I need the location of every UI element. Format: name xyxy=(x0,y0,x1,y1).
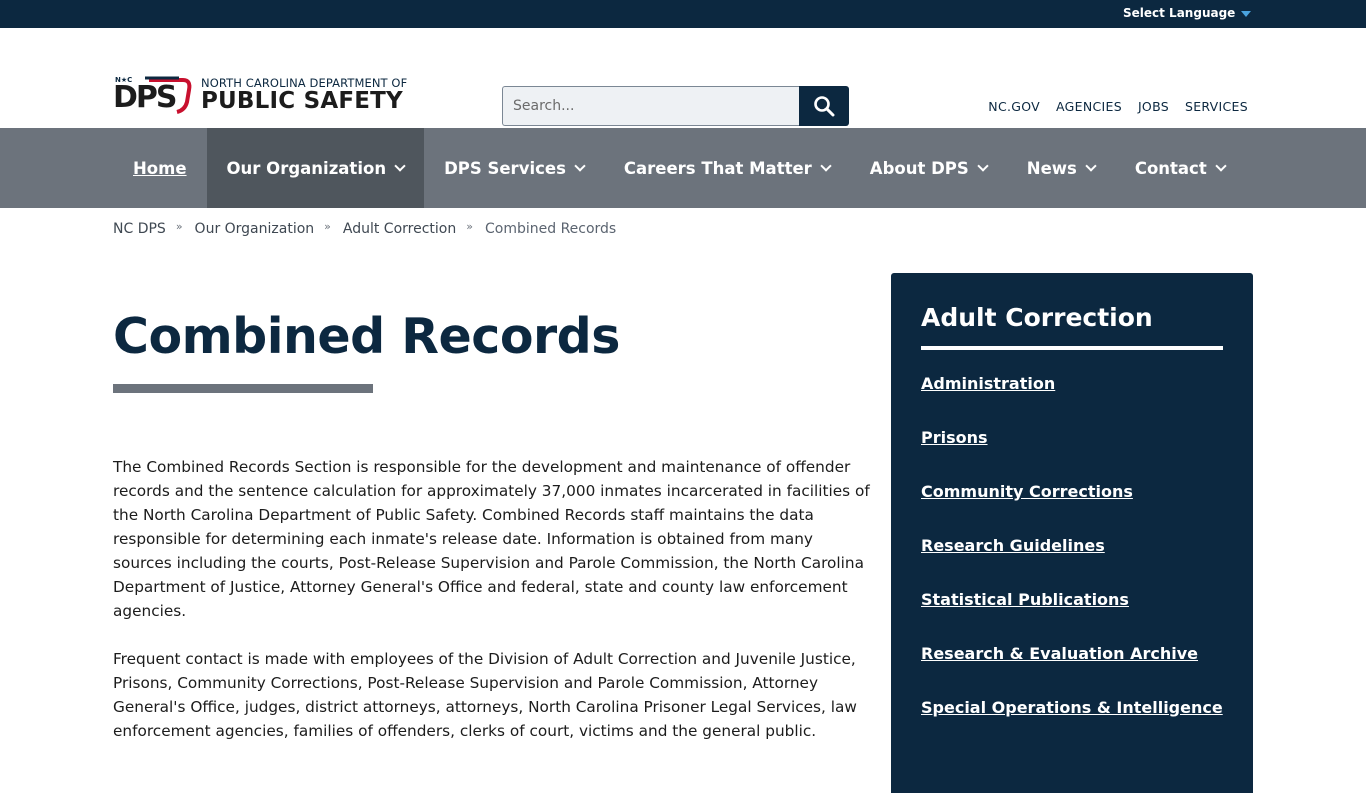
nav-item-contact[interactable]: Contact xyxy=(1115,128,1245,208)
caret-down-icon xyxy=(1241,11,1252,17)
search-button[interactable] xyxy=(799,86,849,126)
nav-item-label: Our Organization xyxy=(226,158,387,178)
main-content: The Combined Records Section is responsi… xyxy=(113,455,873,767)
util-link-agencies[interactable]: AGENCIES xyxy=(1056,99,1122,114)
logo-swoosh-icon xyxy=(145,76,192,114)
sidebar-link-special-operations[interactable]: Special Operations & Intelligence xyxy=(921,698,1223,717)
chevron-down-icon xyxy=(977,160,989,172)
nav-item-home[interactable]: Home xyxy=(113,128,207,208)
breadcrumb-separator: » xyxy=(466,219,473,233)
chevron-down-icon xyxy=(820,160,832,172)
nav-item-news[interactable]: News xyxy=(1007,128,1115,208)
chevron-down-icon xyxy=(574,160,586,172)
nav-item-our-organization[interactable]: Our Organization xyxy=(206,128,425,208)
search-icon xyxy=(814,96,835,117)
site-logo[interactable]: DPS N★C NORTH CAROLINA DEPARTMENT OF PUB… xyxy=(113,76,407,116)
breadcrumb-separator: » xyxy=(324,219,331,233)
site-header: DPS N★C NORTH CAROLINA DEPARTMENT OF PUB… xyxy=(0,28,1366,128)
utility-bar: Select Language xyxy=(0,0,1366,28)
nav-item-label: DPS Services xyxy=(444,158,566,178)
breadcrumb-item-our-organization[interactable]: Our Organization xyxy=(195,221,315,237)
chevron-down-icon xyxy=(394,160,406,172)
sidebar-link-research-guidelines[interactable]: Research Guidelines xyxy=(921,536,1105,555)
list-item: Administration xyxy=(921,374,1223,428)
search-input[interactable] xyxy=(502,86,799,126)
sidebar-link-prisons[interactable]: Prisons xyxy=(921,428,988,447)
nav-item-label: Contact xyxy=(1134,158,1207,178)
list-item: Research Guidelines xyxy=(921,536,1223,590)
content-paragraph: The Combined Records Section is responsi… xyxy=(113,458,870,620)
dps-logo-mark: DPS N★C xyxy=(113,76,193,116)
sidebar-title: Adult Correction xyxy=(921,303,1153,332)
main-nav: Home Our Organization DPS Services Caree… xyxy=(0,128,1366,208)
chevron-down-icon xyxy=(1215,160,1227,172)
nav-item-label: Home xyxy=(133,158,187,178)
util-link-jobs[interactable]: JOBS xyxy=(1138,99,1169,114)
list-item: Special Operations & Intelligence xyxy=(921,698,1223,752)
sidebar: Adult Correction Administration Prisons … xyxy=(891,273,1253,793)
nav-item-about-dps[interactable]: About DPS xyxy=(850,128,1007,208)
language-label: Select Language xyxy=(1123,6,1236,20)
sidebar-link-statistical-publications[interactable]: Statistical Publications xyxy=(921,590,1129,609)
nav-item-label: Careers That Matter xyxy=(623,158,812,178)
nav-item-label: About DPS xyxy=(869,158,969,178)
breadcrumb: NC DPS » Our Organization » Adult Correc… xyxy=(113,219,617,238)
utility-links: NC.GOV AGENCIES JOBS SERVICES xyxy=(988,99,1248,114)
sidebar-link-research-evaluation-archive[interactable]: Research & Evaluation Archive xyxy=(921,644,1198,663)
title-underline xyxy=(113,384,373,393)
nav-item-careers[interactable]: Careers That Matter xyxy=(604,128,850,208)
breadcrumb-item-nc-dps[interactable]: NC DPS xyxy=(113,221,166,237)
language-selector[interactable]: Select Language xyxy=(1123,6,1252,20)
logo-line2: PUBLIC SAFETY xyxy=(201,88,403,114)
sidebar-link-administration[interactable]: Administration xyxy=(921,374,1055,393)
page-title: Combined Records xyxy=(113,308,620,365)
content-paragraph: Frequent contact is made with employees … xyxy=(113,650,857,740)
sidebar-link-community-corrections[interactable]: Community Corrections xyxy=(921,482,1133,501)
list-item: Prisons xyxy=(921,428,1223,482)
breadcrumb-current: Combined Records xyxy=(484,221,617,237)
breadcrumb-item-adult-correction[interactable]: Adult Correction xyxy=(343,221,456,237)
chevron-down-icon xyxy=(1085,160,1097,172)
util-link-services[interactable]: SERVICES xyxy=(1185,99,1248,114)
list-item: Research & Evaluation Archive xyxy=(921,644,1223,698)
list-item: Community Corrections xyxy=(921,482,1223,536)
util-link-ncgov[interactable]: NC.GOV xyxy=(988,99,1040,114)
nav-item-label: News xyxy=(1026,158,1077,178)
search-form xyxy=(502,86,849,126)
sidebar-links: Administration Prisons Community Correct… xyxy=(921,374,1223,752)
breadcrumb-separator: » xyxy=(175,219,183,233)
nav-item-dps-services[interactable]: DPS Services xyxy=(424,128,604,208)
logo-mark-badge: N★C xyxy=(115,76,133,84)
sidebar-title-rule xyxy=(921,346,1223,350)
list-item: Statistical Publications xyxy=(921,590,1223,644)
